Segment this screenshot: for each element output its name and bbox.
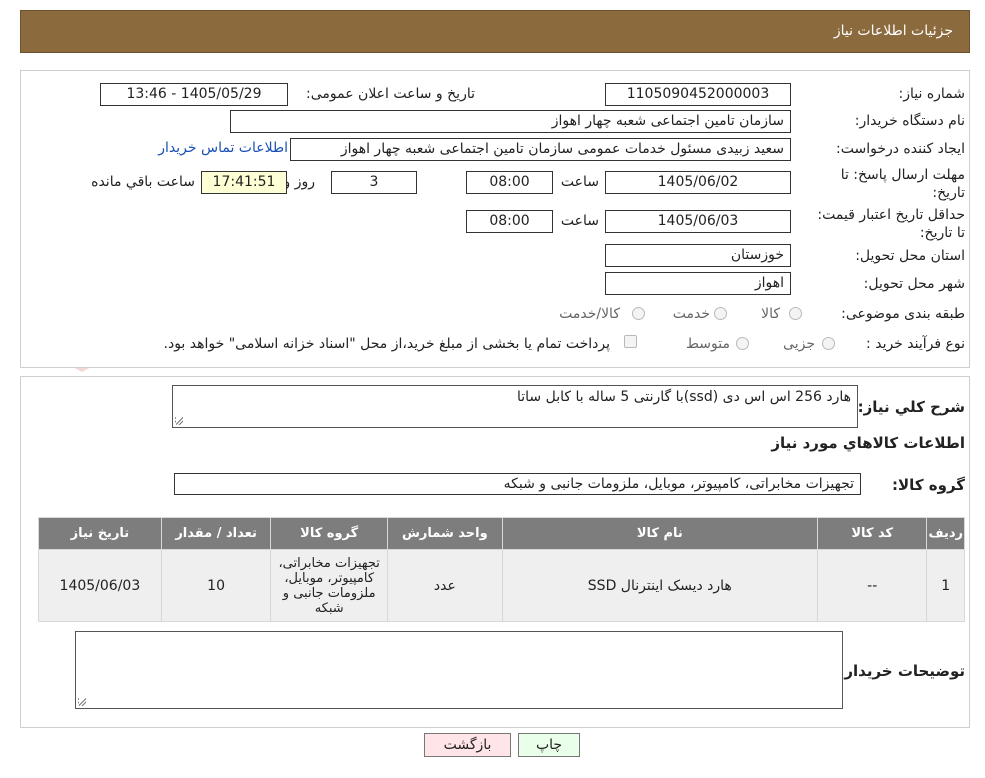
announce-datetime-field: 1405/05/29 - 13:46 — [100, 83, 288, 106]
category-label: طبقه بندی موضوعی: — [841, 306, 965, 322]
days-label: روز و — [283, 174, 316, 190]
category-option-goods-service: کالا/خدمت — [559, 306, 620, 322]
process-label: نوع فرآیند خرید : — [866, 336, 965, 352]
buyer-org-label: نام دستگاه خریدار: — [854, 113, 965, 129]
col-header-need-date: تاریخ نیاز — [38, 517, 162, 550]
reply-time-field: 08:00 — [466, 171, 553, 194]
table-row: 1 -- هارد دیسک اینترنال SSD عدد تجهیزات … — [38, 549, 965, 622]
goods-group-label: گروه کالا: — [892, 476, 965, 494]
back-button[interactable]: بازگشت — [424, 733, 511, 757]
resize-grip-icon[interactable] — [78, 698, 86, 706]
treasury-payment-checkbox[interactable] — [624, 335, 637, 348]
need-number-field: 1105090452000003 — [605, 83, 791, 106]
cell-code: -- — [816, 549, 928, 622]
buyer-org-field: سازمان تامین اجتماعی شعبه چهار اهواز — [230, 110, 791, 133]
col-header-name: نام کالا — [501, 517, 818, 550]
col-header-quantity: تعداد / مقدار — [160, 517, 272, 550]
print-button[interactable]: چاپ — [518, 733, 580, 757]
reply-date-field: 1405/06/02 — [605, 171, 791, 194]
cell-row-number: 1 — [926, 549, 965, 622]
treasury-payment-note: پرداخت تمام یا بخشی از مبلغ خرید،از محل … — [163, 336, 610, 352]
description-label: شرح کلي نياز: — [857, 398, 965, 416]
process-option-minor: جزیی — [783, 336, 815, 352]
reply-time-label: ساعت — [560, 174, 599, 190]
province-label: استان محل تحویل: — [855, 248, 965, 264]
col-header-group: گروه کالا — [270, 517, 389, 550]
days-remaining-field: 3 — [331, 171, 417, 194]
cell-unit: عدد — [387, 549, 503, 622]
announce-label: تاریخ و ساعت اعلان عمومی: — [306, 86, 475, 102]
buyer-contact-link[interactable]: اطلاعات تماس خریدار — [158, 140, 288, 156]
buyer-notes-textarea[interactable] — [75, 631, 843, 709]
validity-label: حداقل تاریخ اعتبار قیمت: تا تاریخ: — [817, 207, 965, 241]
resize-grip-icon[interactable] — [175, 417, 183, 425]
remaining-time-field: 17:41:51 — [201, 171, 287, 194]
process-radio-minor[interactable] — [822, 337, 835, 350]
process-option-medium: متوسط — [686, 336, 730, 352]
category-radio-goods-service[interactable] — [632, 307, 645, 320]
category-option-goods: کالا — [761, 306, 780, 322]
requester-label: ایجاد کننده درخواست: — [836, 141, 965, 157]
items-table: رديف کد کالا نام کالا واحد شمارش گروه کا… — [38, 517, 965, 622]
table-header-row: رديف کد کالا نام کالا واحد شمارش گروه کا… — [38, 517, 965, 550]
validity-date-field: 1405/06/03 — [605, 210, 791, 233]
page-header: جزئیات اطلاعات نیاز — [20, 10, 970, 53]
cell-quantity: 10 — [160, 549, 272, 622]
validity-time-field: 08:00 — [466, 210, 553, 233]
page-title: جزئیات اطلاعات نیاز — [833, 23, 953, 39]
category-radio-goods[interactable] — [789, 307, 802, 320]
remaining-time-label: ساعت باقي مانده — [91, 174, 195, 190]
col-header-row-number: رديف — [926, 517, 965, 550]
cell-name: هارد دیسک اینترنال SSD — [501, 549, 818, 622]
need-number-label: شماره نیاز: — [898, 86, 966, 102]
city-label: شهر محل تحویل: — [863, 276, 965, 292]
category-option-service: خدمت — [672, 306, 710, 322]
description-text: هارد 256 اس اس دی (ssd)با گارنتی 5 ساله … — [517, 389, 851, 405]
requester-field: سعید زبیدی مسئول خدمات عمومی سازمان تامی… — [290, 138, 791, 161]
buyer-notes-label: توضیحات خریدار: — [838, 662, 965, 680]
process-radio-medium[interactable] — [736, 337, 749, 350]
col-header-code: کد کالا — [816, 517, 928, 550]
goods-info-title: اطلاعات کالاهاي مورد نياز — [771, 434, 965, 452]
cell-group: تجهیزات مخابراتی، کامپیوتر، موبایل، ملزو… — [270, 549, 389, 622]
city-field: اهواز — [605, 272, 791, 295]
province-field: خوزستان — [605, 244, 791, 267]
col-header-unit: واحد شمارش — [387, 517, 503, 550]
category-radio-service[interactable] — [714, 307, 727, 320]
cell-need-date: 1405/06/03 — [38, 549, 162, 622]
validity-time-label: ساعت — [560, 213, 599, 229]
reply-deadline-label: مهلت ارسال پاسخ: تا تاریخ: — [840, 167, 965, 201]
description-textarea[interactable]: هارد 256 اس اس دی (ssd)با گارنتی 5 ساله … — [172, 385, 858, 428]
goods-group-field: تجهیزات مخابراتی، کامپیوتر، موبایل، ملزو… — [174, 473, 861, 495]
